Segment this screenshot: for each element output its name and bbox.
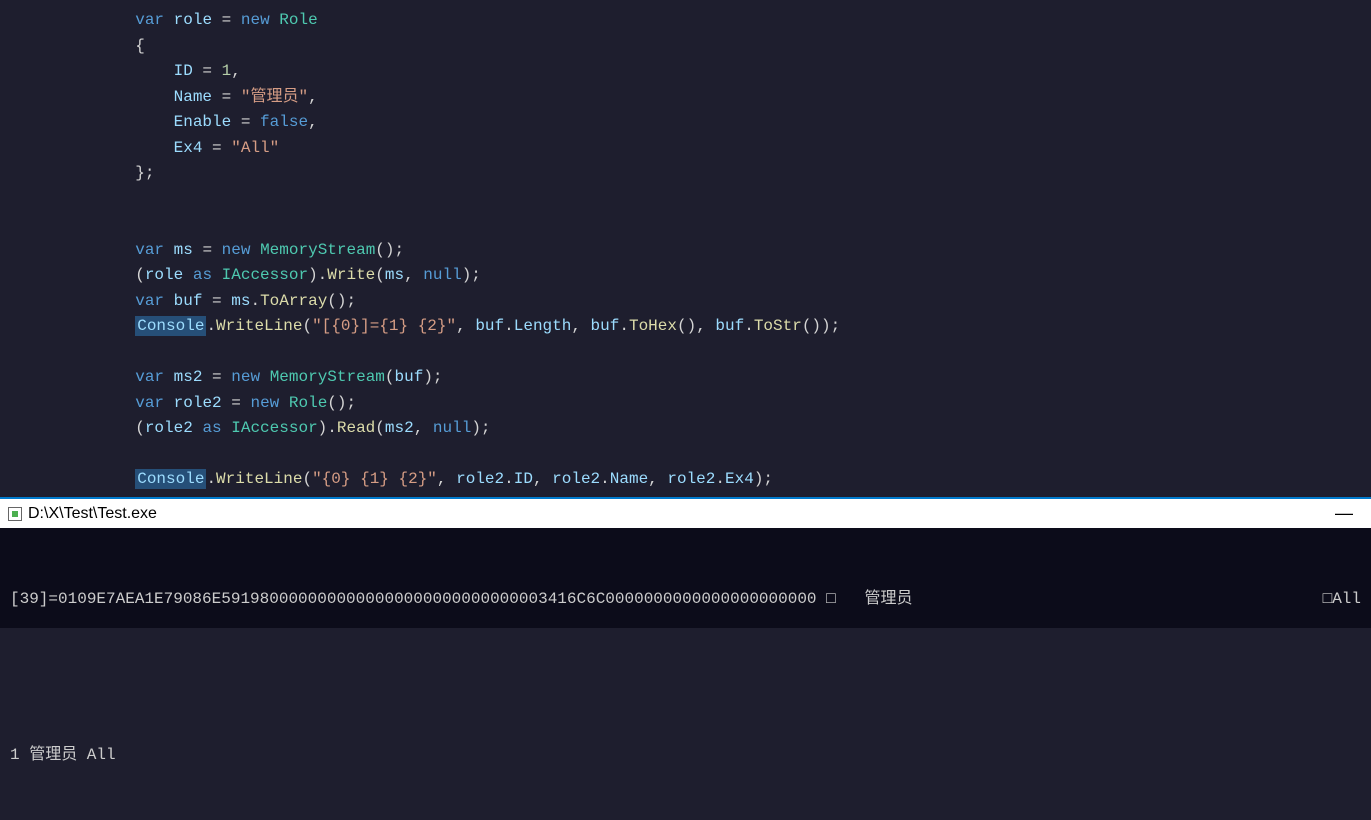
code-line: Console.WriteLine("{0} {1} {2}", role2.I…	[20, 467, 1371, 493]
code-line: (role as IAccessor).Write(ms, null);	[20, 263, 1371, 289]
terminal-app-icon	[8, 507, 22, 521]
code-line: };	[20, 161, 1371, 187]
code-line: var role = new Role	[20, 8, 1371, 34]
code-line: Ex4 = "All"	[20, 136, 1371, 162]
code-line: var role2 = new Role();	[20, 391, 1371, 417]
code-line: var ms = new MemoryStream();	[20, 238, 1371, 264]
output-line: 1 管理员 All	[10, 742, 1361, 768]
code-line	[20, 340, 1371, 366]
terminal-title-text: D:\X\Test\Test.exe	[28, 505, 157, 523]
code-line: var ms2 = new MemoryStream(buf);	[20, 365, 1371, 391]
highlighted-symbol: Console	[135, 316, 206, 336]
code-editor[interactable]: var role = new Role { ID = 1, Name = "管理…	[0, 0, 1371, 497]
code-line: ID = 1,	[20, 59, 1371, 85]
code-line	[20, 442, 1371, 468]
code-line: Enable = false,	[20, 110, 1371, 136]
output-line: [39]=0109E7AEA1E79086E591980000000000000…	[10, 586, 1361, 612]
code-line	[20, 187, 1371, 213]
code-line: var buf = ms.ToArray();	[20, 289, 1371, 315]
code-line: Console.WriteLine("[{0}]={1} {2}", buf.L…	[20, 314, 1371, 340]
terminal-output[interactable]: [39]=0109E7AEA1E79086E591980000000000000…	[0, 528, 1371, 628]
output-line	[10, 664, 1361, 690]
highlighted-symbol: Console	[135, 469, 206, 489]
code-line: Name = "管理员",	[20, 85, 1371, 111]
minimize-button[interactable]: —	[1325, 503, 1363, 524]
terminal-titlebar[interactable]: D:\X\Test\Test.exe —	[0, 499, 1371, 528]
code-line	[20, 212, 1371, 238]
terminal-panel: D:\X\Test\Test.exe — [39]=0109E7AEA1E790…	[0, 497, 1371, 628]
code-line: (role2 as IAccessor).Read(ms2, null);	[20, 416, 1371, 442]
code-line: {	[20, 34, 1371, 60]
